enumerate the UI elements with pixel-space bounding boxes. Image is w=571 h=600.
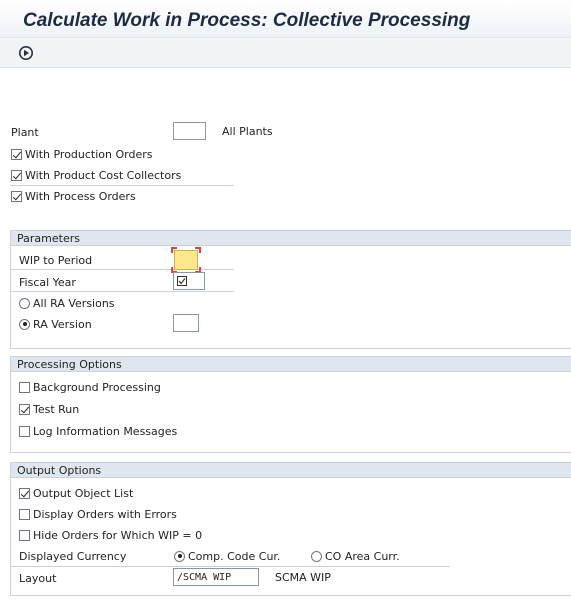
production-orders-checkbox[interactable]: With Production Orders [11,145,152,163]
radio-icon [19,297,30,309]
test-run-checkbox[interactable]: Test Run [19,400,79,418]
parameters-header: Parameters [11,231,571,246]
comp-code-currency-label: Comp. Code Cur. [188,549,281,563]
process-orders-checkbox[interactable]: With Process Orders [11,187,136,205]
checkbox-icon [19,381,30,393]
background-processing-label: Background Processing [33,380,161,394]
checkbox-icon [19,529,30,541]
displayed-currency-label: Displayed Currency [19,549,127,563]
checkbox-icon [11,190,22,202]
plant-note: All Plants [222,125,273,138]
layout-row: Layout [19,569,56,587]
radio-icon [311,550,322,562]
page-title: Calculate Work in Process: Collective Pr… [23,10,471,31]
execute-button[interactable] [16,43,36,63]
process-orders-label: With Process Orders [25,189,136,203]
hide-zero-wip-checkbox[interactable]: Hide Orders for Which WIP = 0 [19,526,202,544]
title-bar: Calculate Work in Process: Collective Pr… [0,0,571,38]
plant-row: Plant [11,123,39,141]
all-ra-versions-label: All RA Versions [33,296,115,310]
cost-collectors-checkbox[interactable]: With Product Cost Collectors [11,166,181,184]
ra-version-input[interactable] [173,314,199,332]
layout-description: SCMA WIP [275,571,331,584]
checkbox-icon [19,487,30,499]
displayed-currency-row: Displayed Currency [19,547,126,565]
wip-period-row: WIP to Period [19,251,92,269]
co-area-currency-label: CO Area Curr. [325,549,400,563]
radio-icon [19,318,30,330]
checkbox-icon [11,169,22,181]
checkbox-icon [11,148,22,160]
fiscal-year-row: Fiscal Year [19,273,76,291]
cost-collectors-label: With Product Cost Collectors [25,168,182,182]
layout-label: Layout [19,571,57,585]
production-orders-label: With Production Orders [25,147,153,161]
comp-code-currency-radio[interactable]: Comp. Code Cur. [174,547,280,565]
divider [10,291,234,292]
plant-label: Plant [11,125,39,139]
layout-input[interactable] [173,568,259,586]
processing-options-header: Processing Options [11,357,571,372]
radio-icon [174,550,185,562]
output-options-header: Output Options [11,463,571,478]
output-object-list-checkbox[interactable]: Output Object List [19,484,133,502]
plant-input[interactable] [173,122,206,140]
fiscal-year-input[interactable] [173,272,205,290]
selection-screen: Plant All Plants With Production Orders … [0,68,571,600]
checkbox-icon [19,508,30,520]
hide-zero-wip-label: Hide Orders for Which WIP = 0 [33,528,203,542]
co-area-currency-radio[interactable]: CO Area Curr. [311,547,400,565]
divider [10,185,234,186]
all-ra-versions-radio[interactable]: All RA Versions [19,294,115,312]
background-processing-checkbox[interactable]: Background Processing [19,378,161,396]
log-info-checkbox[interactable]: Log Information Messages [19,422,177,440]
output-object-list-label: Output Object List [33,486,134,500]
parameters-group: Parameters [10,230,571,349]
fiscal-year-label: Fiscal Year [19,275,76,289]
divider [10,566,450,567]
focus-corner [195,247,201,253]
toolbar [0,38,571,68]
focus-corner [171,247,177,253]
display-errors-label: Display Orders with Errors [33,507,177,521]
ra-version-label: RA Version [33,317,92,331]
test-run-label: Test Run [33,402,80,416]
ra-version-radio[interactable]: RA Version [19,315,92,333]
execute-icon [19,46,33,60]
checkbox-icon [19,403,30,415]
log-info-label: Log Information Messages [33,424,178,438]
required-entry-icon [177,276,187,286]
wip-period-label: WIP to Period [19,253,93,267]
display-errors-checkbox[interactable]: Display Orders with Errors [19,505,177,523]
checkbox-icon [19,425,30,437]
